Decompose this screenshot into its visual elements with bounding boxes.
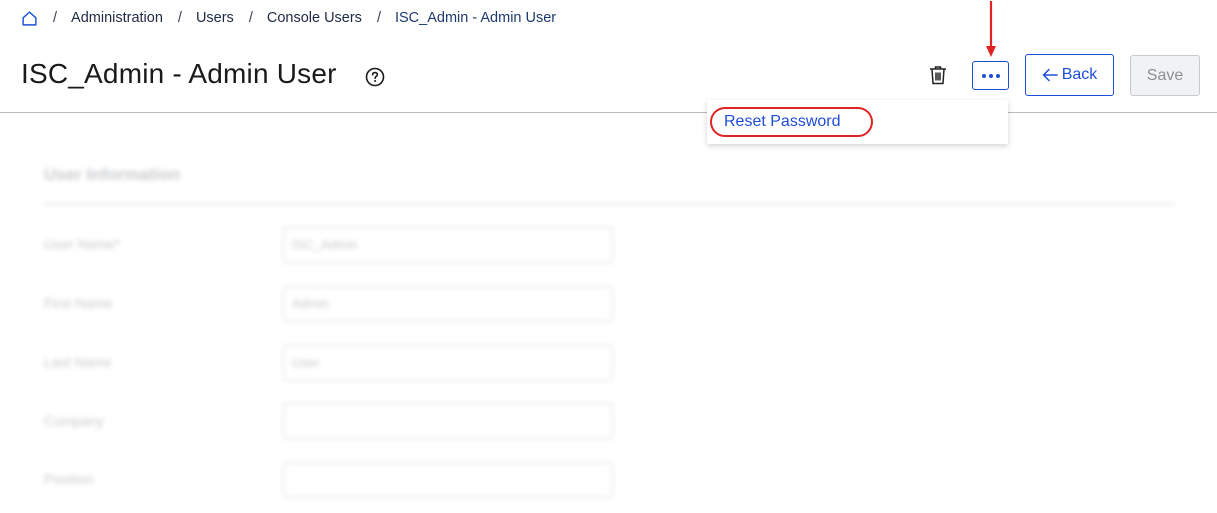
save-button[interactable]: Save	[1130, 55, 1200, 96]
field-label-company: Company	[44, 413, 104, 429]
section-title: User Information	[44, 165, 181, 184]
annotation-arrow	[986, 1, 996, 57]
field-label-first-name: First Name	[44, 295, 113, 311]
question-circle-icon[interactable]	[365, 67, 385, 87]
breadcrumb-current: ISC_Admin - Admin User	[394, 10, 557, 26]
field-label-last-name: Last Name	[44, 354, 112, 370]
field-label-user-name: User Name*	[44, 236, 121, 252]
breadcrumb-separator: /	[376, 10, 381, 26]
last-name-field[interactable]: User	[283, 345, 613, 381]
user-name-field[interactable]: ISC_Admin	[283, 227, 613, 263]
more-actions-menu: Reset Password	[707, 100, 1008, 144]
breadcrumb-separator: /	[177, 10, 182, 26]
arrow-left-icon	[1042, 68, 1058, 82]
breadcrumb-console-users[interactable]: Console Users	[267, 10, 362, 26]
trash-icon[interactable]	[926, 63, 950, 87]
back-button[interactable]: Back	[1025, 54, 1114, 96]
user-form: User Information User Name* ISC_Admin Fi…	[0, 113, 1217, 513]
ellipsis-icon	[988, 73, 993, 78]
first-name-field[interactable]: Admin	[283, 286, 613, 322]
breadcrumb-administration: Administration	[71, 10, 163, 26]
section-divider	[44, 203, 1174, 205]
menu-item-reset-password[interactable]: Reset Password	[724, 113, 841, 131]
field-label-position: Position	[44, 471, 94, 487]
home-icon[interactable]	[20, 9, 38, 27]
position-field[interactable]	[283, 462, 613, 498]
company-field[interactable]	[283, 403, 613, 439]
breadcrumb: / Administration / Users / Console Users…	[20, 8, 556, 28]
more-actions-button[interactable]	[972, 61, 1009, 90]
ellipsis-icon	[981, 73, 986, 78]
breadcrumb-users[interactable]: Users	[196, 10, 234, 26]
back-button-label: Back	[1061, 66, 1098, 83]
page-title: ISC_Admin - Admin User	[21, 58, 337, 89]
breadcrumb-separator: /	[248, 10, 253, 26]
ellipsis-icon	[995, 73, 1000, 78]
breadcrumb-separator: /	[53, 10, 58, 26]
